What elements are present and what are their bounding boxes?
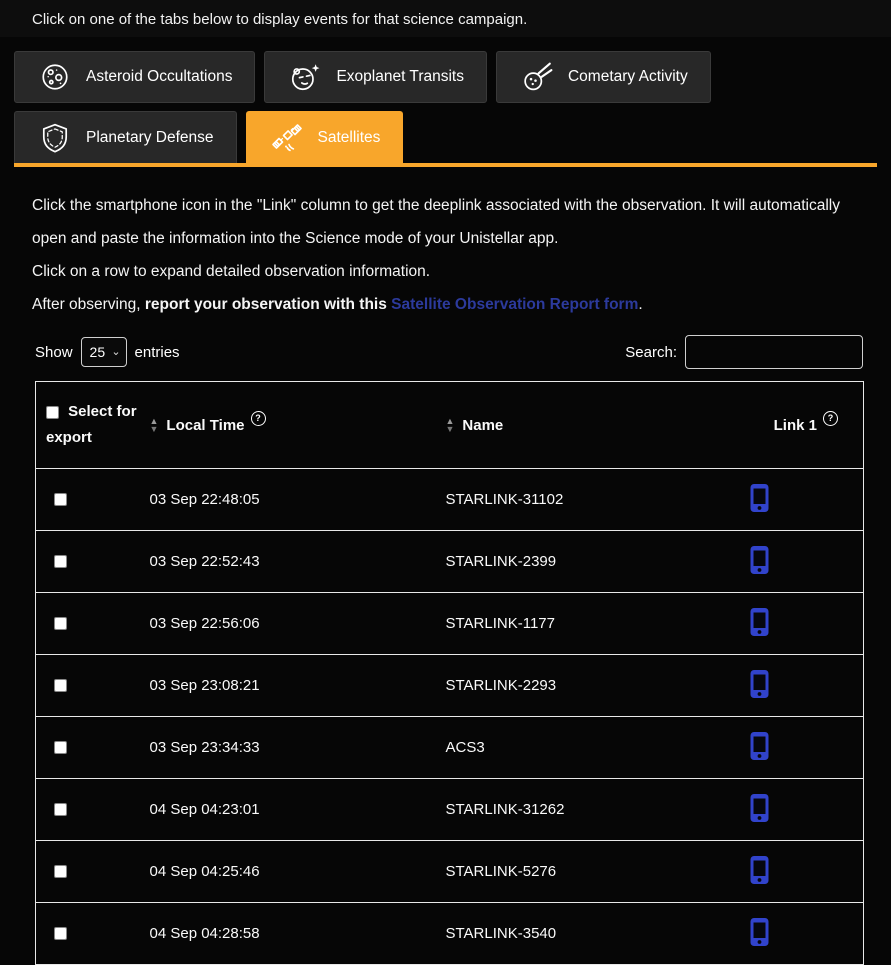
row-satellite-name: ACS3 <box>442 717 748 779</box>
tab-row-2: Planetary Defense Satellites <box>14 111 877 163</box>
events-table: Select for export ▲▼ Local Time ? ▲▼ Nam… <box>35 381 864 965</box>
header-select-for-export: Select for export <box>36 382 146 469</box>
row-satellite-name: STARLINK-31262 <box>442 779 748 841</box>
table-row[interactable]: 03 Sep 22:48:05 STARLINK-31102 <box>36 469 864 531</box>
comet-icon <box>519 61 555 93</box>
entries-label: entries <box>135 344 180 361</box>
desc-line-3-prefix: After observing, <box>32 296 145 313</box>
tab-asteroid-occultations[interactable]: Asteroid Occultations <box>14 51 255 103</box>
row-checkbox[interactable] <box>54 493 67 506</box>
show-label: Show <box>35 344 73 361</box>
table-row[interactable]: 03 Sep 23:08:21 STARLINK-2293 <box>36 655 864 717</box>
row-local-time: 03 Sep 22:56:06 <box>146 593 442 655</box>
sort-icon: ▲▼ <box>446 417 455 433</box>
row-local-time: 03 Sep 23:08:21 <box>146 655 442 717</box>
desc-line-2: Click on a row to expand detailed observ… <box>32 255 859 288</box>
row-satellite-name: STARLINK-5276 <box>442 841 748 903</box>
row-checkbox[interactable] <box>54 741 67 754</box>
desc-line-1: Click the smartphone icon in the "Link" … <box>32 189 859 255</box>
instruction-bar: Click on one of the tabs below to displa… <box>0 0 891 37</box>
row-checkbox[interactable] <box>54 803 67 816</box>
table-row[interactable]: 04 Sep 04:25:46 STARLINK-5276 <box>36 841 864 903</box>
header-link-1: Link 1 ? <box>748 382 864 469</box>
table-header-row: Select for export ▲▼ Local Time ? ▲▼ Nam… <box>36 382 864 469</box>
help-icon[interactable]: ? <box>823 411 838 426</box>
local-time-header-label: Local Time <box>166 417 244 434</box>
tab-row-1: Asteroid Occultations Exoplanet Transits <box>14 51 877 103</box>
help-icon[interactable]: ? <box>251 411 266 426</box>
tab-label: Exoplanet Transits <box>336 68 464 86</box>
tab-planetary-defense[interactable]: Planetary Defense <box>14 111 237 163</box>
row-checkbox[interactable] <box>54 927 67 940</box>
select-header-label: Select for export <box>46 403 137 446</box>
row-satellite-name: STARLINK-31102 <box>442 469 748 531</box>
table-row[interactable]: 03 Sep 22:56:06 STARLINK-1177 <box>36 593 864 655</box>
search-control: Search: <box>625 335 863 369</box>
row-local-time: 03 Sep 22:48:05 <box>146 469 442 531</box>
table-row[interactable]: 03 Sep 22:52:43 STARLINK-2399 <box>36 531 864 593</box>
smartphone-icon[interactable] <box>749 669 770 699</box>
desc-line-3-suffix: . <box>638 296 642 313</box>
smartphone-icon[interactable] <box>749 731 770 761</box>
smartphone-icon[interactable] <box>749 917 770 947</box>
table-row[interactable]: 04 Sep 04:23:01 STARLINK-31262 <box>36 779 864 841</box>
row-local-time: 03 Sep 23:34:33 <box>146 717 442 779</box>
tab-cometary-activity[interactable]: Cometary Activity <box>496 51 711 103</box>
row-checkbox[interactable] <box>54 679 67 692</box>
row-satellite-name: STARLINK-3540 <box>442 903 748 965</box>
smartphone-icon[interactable] <box>749 793 770 823</box>
satellite-icon <box>269 122 305 154</box>
row-satellite-name: STARLINK-2399 <box>442 531 748 593</box>
link-header-label: Link 1 <box>774 417 817 434</box>
smartphone-icon[interactable] <box>749 545 770 575</box>
tab-description: Click the smartphone icon in the "Link" … <box>32 189 859 321</box>
row-satellite-name: STARLINK-2293 <box>442 655 748 717</box>
header-name[interactable]: ▲▼ Name <box>442 382 748 469</box>
page-length-select-wrap: 25 ⌄ <box>81 337 127 367</box>
instruction-text: Click on one of the tabs below to displa… <box>32 11 527 28</box>
tab-label: Planetary Defense <box>86 129 214 147</box>
row-checkbox[interactable] <box>54 555 67 568</box>
tab-exoplanet-transits[interactable]: Exoplanet Transits <box>264 51 487 103</box>
desc-line-3-bold: report your observation with this <box>145 296 391 313</box>
search-input[interactable] <box>685 335 863 369</box>
tab-satellites[interactable]: Satellites <box>246 111 404 163</box>
table-controls: Show 25 ⌄ entries Search: <box>35 335 863 369</box>
row-checkbox[interactable] <box>54 865 67 878</box>
page-length-control: Show 25 ⌄ entries <box>35 337 180 367</box>
row-local-time: 04 Sep 04:23:01 <box>146 779 442 841</box>
row-local-time: 04 Sep 04:25:46 <box>146 841 442 903</box>
shield-icon <box>37 122 73 154</box>
sort-icon: ▲▼ <box>150 417 159 433</box>
page-length-select[interactable]: 25 <box>81 337 127 367</box>
smartphone-icon[interactable] <box>749 607 770 637</box>
tab-label: Satellites <box>318 129 381 147</box>
report-form-link[interactable]: Satellite Observation Report form <box>391 296 638 313</box>
campaign-tabs: Asteroid Occultations Exoplanet Transits <box>14 51 877 167</box>
table-row[interactable]: 03 Sep 23:34:33 ACS3 <box>36 717 864 779</box>
row-local-time: 04 Sep 04:28:58 <box>146 903 442 965</box>
row-checkbox[interactable] <box>54 617 67 630</box>
name-header-label: Name <box>462 417 503 434</box>
row-satellite-name: STARLINK-1177 <box>442 593 748 655</box>
exoplanet-icon <box>287 61 323 93</box>
tab-label: Cometary Activity <box>568 68 688 86</box>
search-label: Search: <box>625 344 677 361</box>
smartphone-icon[interactable] <box>749 855 770 885</box>
tab-label: Asteroid Occultations <box>86 68 232 86</box>
select-all-checkbox[interactable] <box>46 406 59 419</box>
desc-line-3: After observing, report your observation… <box>32 288 859 321</box>
smartphone-icon[interactable] <box>749 483 770 513</box>
row-local-time: 03 Sep 22:52:43 <box>146 531 442 593</box>
table-row[interactable]: 04 Sep 04:28:58 STARLINK-3540 <box>36 903 864 965</box>
header-local-time[interactable]: ▲▼ Local Time ? <box>146 382 442 469</box>
asteroid-icon <box>37 61 73 93</box>
